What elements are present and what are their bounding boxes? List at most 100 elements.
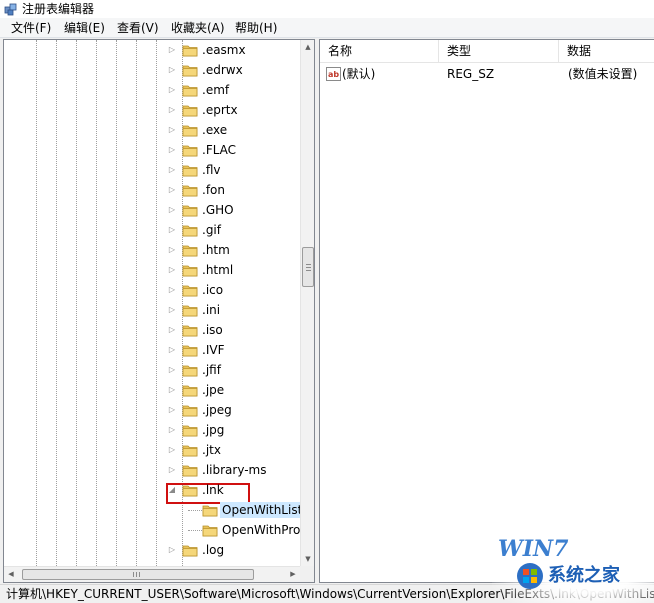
tree-node[interactable]: ▷ .jpe	[4, 380, 300, 400]
tree-connector	[188, 530, 202, 531]
expand-arrow-icon[interactable]: ▷	[167, 465, 177, 475]
menu-file[interactable]: 文件(F)	[6, 20, 56, 36]
tree-node-label[interactable]: .GHO	[200, 202, 236, 218]
expand-arrow-icon[interactable]: ▷	[167, 165, 177, 175]
tree-node[interactable]: ▷ .FLAC	[4, 140, 300, 160]
tree-node[interactable]: ▷ .log	[4, 540, 300, 560]
tree-node[interactable]: ▷ .jfif	[4, 360, 300, 380]
expand-arrow-icon[interactable]: ▷	[167, 345, 177, 355]
expand-arrow-icon[interactable]: ▷	[167, 65, 177, 75]
menu-view[interactable]: 查看(V)	[112, 20, 164, 36]
expand-arrow-icon[interactable]: ▷	[167, 185, 177, 195]
tree-node[interactable]: ◢ .lnk	[4, 480, 300, 500]
tree-node[interactable]: ▷ .jpg	[4, 420, 300, 440]
tree-node[interactable]: ▷ .iso	[4, 320, 300, 340]
menu-edit[interactable]: 编辑(E)	[59, 20, 110, 36]
folder-icon	[182, 85, 198, 97]
column-header-data[interactable]: 数据	[559, 40, 654, 62]
tree-node-label[interactable]: .jfif	[200, 362, 223, 378]
tree-node[interactable]: ▷ .GHO	[4, 200, 300, 220]
tree-node-label[interactable]: .ico	[200, 282, 225, 298]
tree-node[interactable]: ▷ .easmx	[4, 40, 300, 60]
expand-arrow-icon[interactable]: ▷	[167, 545, 177, 555]
tree-node-label[interactable]: .jpg	[200, 422, 226, 438]
expand-arrow-icon[interactable]: ▷	[167, 285, 177, 295]
tree-node[interactable]: ▷ .library-ms	[4, 460, 300, 480]
tree-node-label[interactable]: OpenWithProgids	[220, 522, 300, 538]
tree-node-label[interactable]: .library-ms	[200, 462, 268, 478]
expand-arrow-icon[interactable]: ▷	[167, 45, 177, 55]
tree-node[interactable]: ▷ .ini	[4, 300, 300, 320]
tree-node[interactable]: ▷ .IVF	[4, 340, 300, 360]
tree-node-label[interactable]: .jtx	[200, 442, 223, 458]
tree-node[interactable]: ▷ .ico	[4, 280, 300, 300]
tree-node-label[interactable]: .iso	[200, 322, 225, 338]
values-pane[interactable]: 名称 类型 数据 ab (默认) REG_SZ (数值未设置)	[319, 39, 654, 583]
collapse-arrow-icon[interactable]: ◢	[167, 485, 177, 495]
value-row-default[interactable]: ab (默认) REG_SZ (数值未设置)	[320, 65, 654, 83]
windows-logo-icon	[517, 563, 543, 589]
expand-arrow-icon[interactable]: ▷	[167, 85, 177, 95]
value-type: REG_SZ	[447, 67, 495, 81]
expand-arrow-icon[interactable]: ▷	[167, 305, 177, 315]
tree-node-label[interactable]: .FLAC	[200, 142, 238, 158]
tree-node-label[interactable]: .IVF	[200, 342, 226, 358]
expand-arrow-icon[interactable]: ▷	[167, 365, 177, 375]
expand-arrow-icon[interactable]: ▷	[167, 445, 177, 455]
scroll-right-icon[interactable]: ▶	[286, 567, 300, 582]
expand-arrow-icon[interactable]: ▷	[167, 205, 177, 215]
tree-node[interactable]: ▷ .jtx	[4, 440, 300, 460]
expand-arrow-icon[interactable]: ▷	[167, 405, 177, 415]
tree-vertical-scrollbar[interactable]: ▲ ▼	[300, 40, 314, 566]
tree-node-label[interactable]: .edrwx	[200, 62, 245, 78]
column-header-type[interactable]: 类型	[439, 40, 559, 62]
column-header-name[interactable]: 名称	[320, 40, 439, 62]
tree-node[interactable]: ▷ .eprtx	[4, 100, 300, 120]
tree-horizontal-scrollbar[interactable]: ◀ ▶	[4, 566, 300, 582]
tree-node[interactable]: ▷ .fon	[4, 180, 300, 200]
tree-node[interactable]: ▷ .gif	[4, 220, 300, 240]
expand-arrow-icon[interactable]: ▷	[167, 105, 177, 115]
expand-arrow-icon[interactable]: ▷	[167, 245, 177, 255]
tree-node[interactable]: ▷ .htm	[4, 240, 300, 260]
tree-node-label[interactable]: .htm	[200, 242, 232, 258]
scroll-left-icon[interactable]: ◀	[4, 567, 18, 582]
tree-node-label[interactable]: .eprtx	[200, 102, 240, 118]
tree-node-label[interactable]: .jpe	[200, 382, 226, 398]
tree-node-label[interactable]: .jpeg	[200, 402, 234, 418]
horizontal-scroll-thumb[interactable]	[22, 569, 254, 580]
tree-node[interactable]: ▷ .exe	[4, 120, 300, 140]
expand-arrow-icon[interactable]: ▷	[167, 145, 177, 155]
expand-arrow-icon[interactable]: ▷	[167, 325, 177, 335]
tree-node[interactable]: ▷ .jpeg	[4, 400, 300, 420]
tree-node-label[interactable]: .gif	[200, 222, 223, 238]
tree-node-label[interactable]: .flv	[200, 162, 222, 178]
folder-icon	[182, 345, 198, 357]
tree-node-label[interactable]: .exe	[200, 122, 229, 138]
tree-node[interactable]: ▷ .html	[4, 260, 300, 280]
expand-arrow-icon[interactable]: ▷	[167, 225, 177, 235]
expand-arrow-icon[interactable]: ▷	[167, 125, 177, 135]
tree-node[interactable]: ▷ .edrwx	[4, 60, 300, 80]
expand-arrow-icon[interactable]: ▷	[167, 265, 177, 275]
vertical-scroll-thumb[interactable]	[302, 247, 314, 287]
tree-node-label[interactable]: .easmx	[200, 42, 248, 58]
tree-node-label[interactable]: .lnk	[200, 482, 226, 498]
scroll-down-icon[interactable]: ▼	[301, 552, 314, 566]
tree-node[interactable]: ▷ .emf	[4, 80, 300, 100]
expand-arrow-icon[interactable]: ▷	[167, 385, 177, 395]
tree-node-child[interactable]: OpenWithList	[4, 500, 300, 520]
expand-arrow-icon[interactable]: ▷	[167, 425, 177, 435]
tree-node[interactable]: ▷ .flv	[4, 160, 300, 180]
tree-node-child[interactable]: OpenWithProgids	[4, 520, 300, 540]
tree-node-label[interactable]: .emf	[200, 82, 231, 98]
tree-node-label[interactable]: .ini	[200, 302, 222, 318]
key-tree-pane[interactable]: ▷ .easmx ▷ .edrwx ▷ .emf ▷ .eprtx ▷ .exe ▷ .FLAC ▷ .f…	[3, 39, 315, 583]
tree-node-label[interactable]: .html	[200, 262, 235, 278]
menu-help[interactable]: 帮助(H)	[230, 20, 282, 36]
scroll-up-icon[interactable]: ▲	[301, 40, 314, 54]
tree-node-label[interactable]: .log	[200, 542, 226, 558]
tree-node-label[interactable]: OpenWithList	[220, 502, 300, 518]
menu-favorites[interactable]: 收藏夹(A)	[166, 20, 230, 36]
tree-node-label[interactable]: .fon	[200, 182, 227, 198]
